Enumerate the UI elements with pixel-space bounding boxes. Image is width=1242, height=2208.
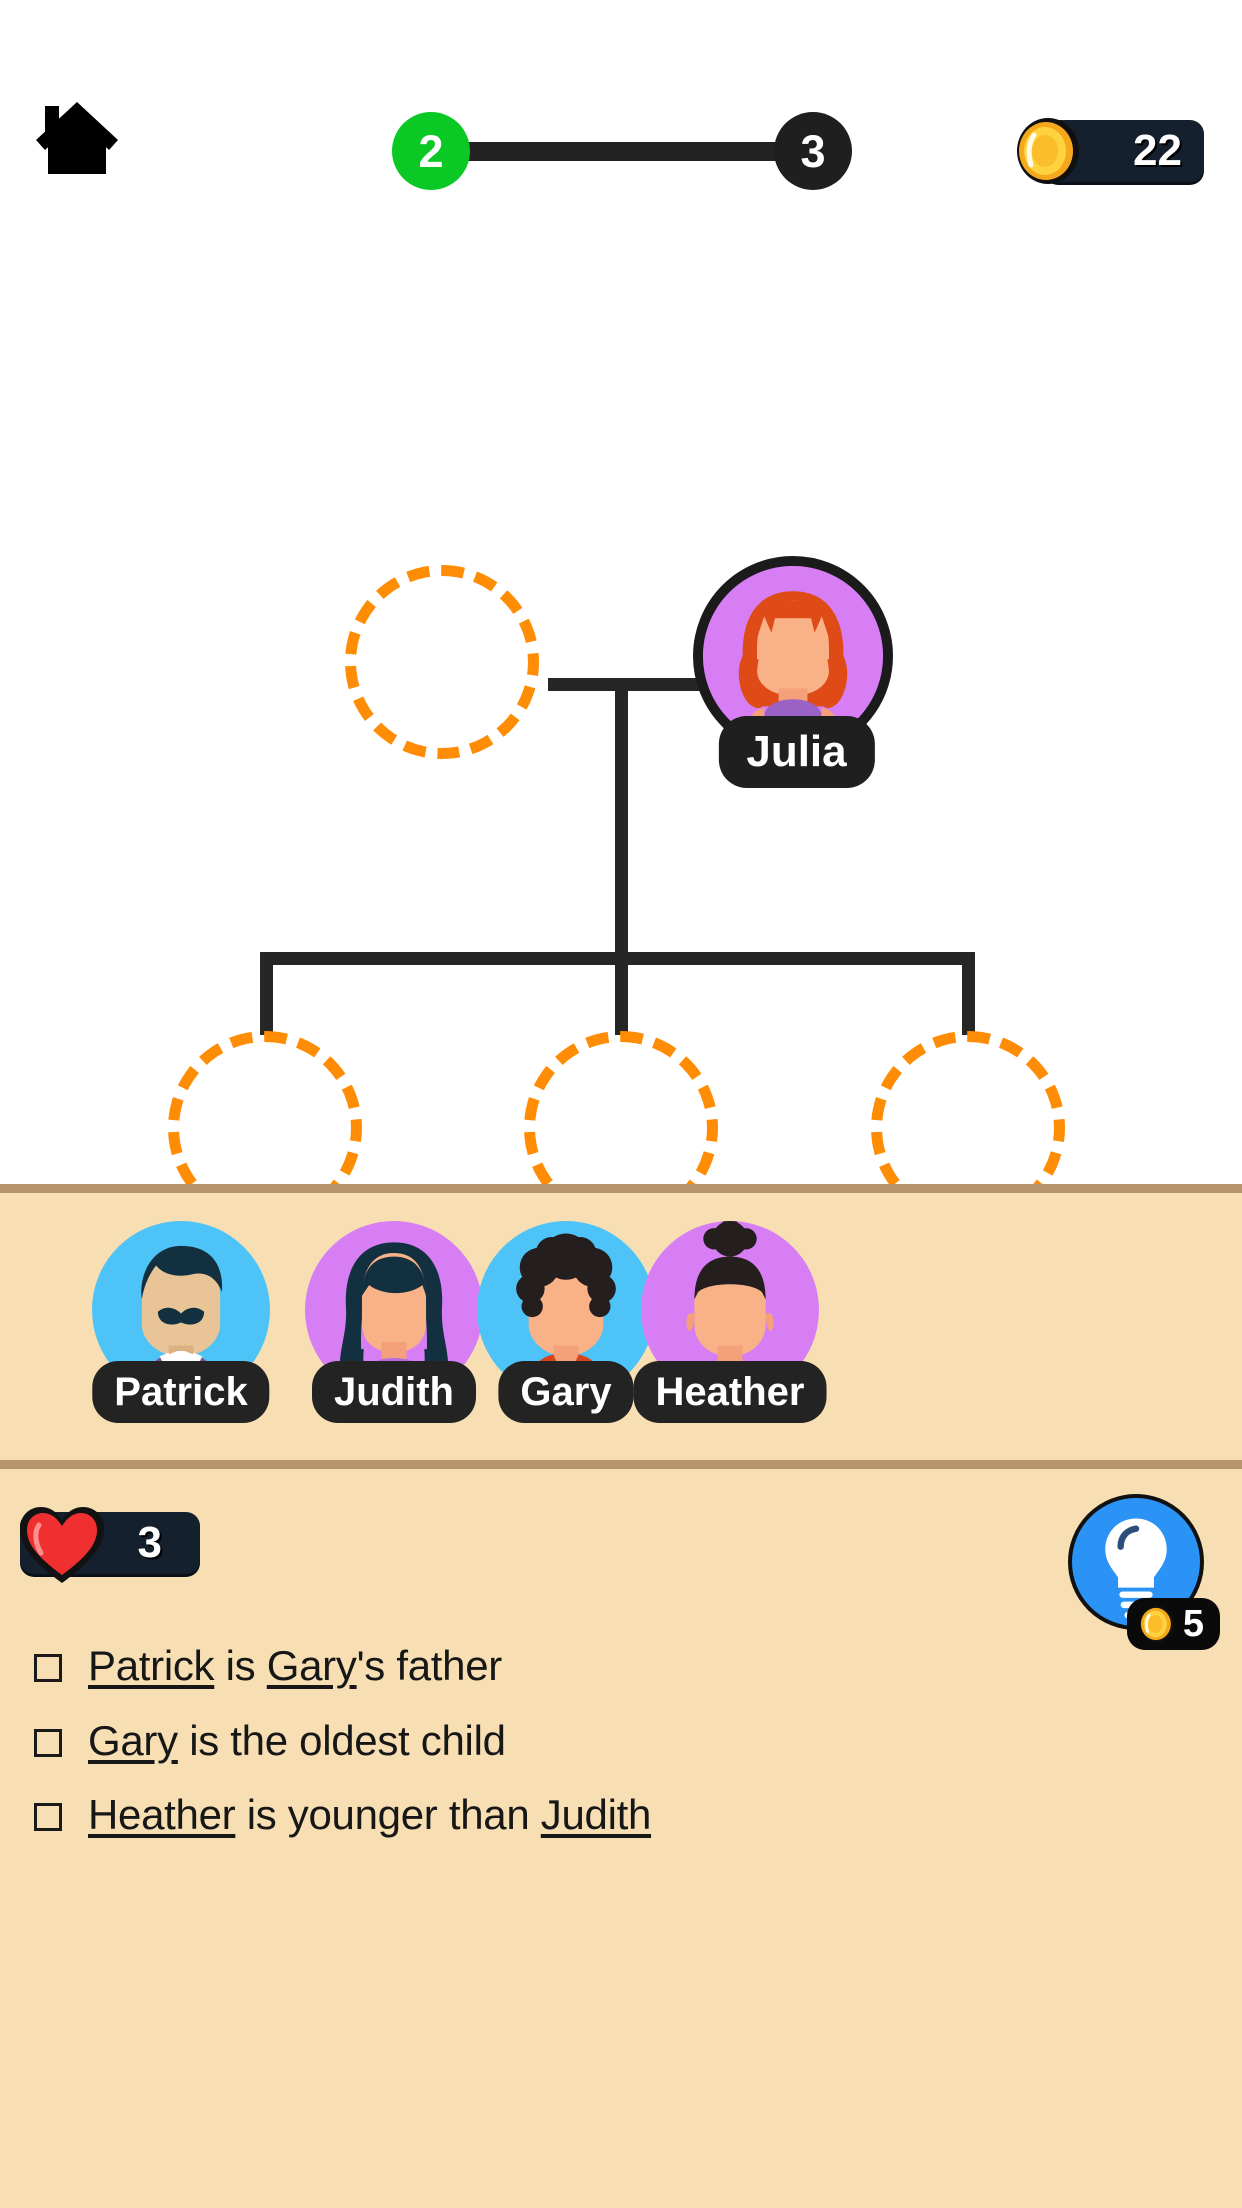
tray-character-heather[interactable]: Heather bbox=[623, 1221, 837, 1443]
clue-item[interactable]: Heather is younger than Judith bbox=[34, 1789, 1184, 1842]
clue-item[interactable]: Gary is the oldest child bbox=[34, 1715, 1184, 1768]
character-tray: Patrick Judith Gary Heather bbox=[0, 1184, 1242, 1469]
lives-count: 3 bbox=[137, 1518, 162, 1567]
progress-bar-track bbox=[452, 142, 804, 161]
clue-text: Heather is younger than Judith bbox=[88, 1789, 651, 1842]
clue-plain-token: is the oldest child bbox=[177, 1716, 506, 1764]
clue-checkbox[interactable] bbox=[34, 1654, 62, 1682]
home-icon bbox=[36, 102, 118, 174]
coin-amount: 22 bbox=[1133, 126, 1182, 175]
clue-checkbox[interactable] bbox=[34, 1728, 62, 1757]
tree-node-julia[interactable]: Julia bbox=[693, 556, 900, 788]
clue-list: Patrick is Gary's father Gary is the old… bbox=[34, 1640, 1184, 1864]
family-tree-canvas: Julia bbox=[0, 230, 1242, 1225]
clue-name-token[interactable]: Judith bbox=[541, 1791, 652, 1838]
tray-character-label: Judith bbox=[312, 1361, 476, 1423]
level-progress-indicator: 2 3 bbox=[392, 112, 852, 190]
home-button[interactable] bbox=[34, 96, 120, 176]
level-node-next[interactable]: 3 bbox=[774, 112, 852, 190]
coin-balance-badge[interactable]: 22 bbox=[1017, 118, 1204, 184]
lives-badge[interactable]: 3 bbox=[20, 1507, 200, 1583]
clue-plain-token: is bbox=[214, 1642, 267, 1689]
clue-name-token[interactable]: Gary bbox=[267, 1642, 357, 1689]
tray-character-patrick[interactable]: Patrick bbox=[74, 1221, 288, 1443]
tray-character-label: Heather bbox=[633, 1361, 827, 1423]
clue-name-token[interactable]: Gary bbox=[88, 1717, 178, 1764]
coin-icon bbox=[1139, 1605, 1175, 1643]
hint-cost-amount: 5 bbox=[1182, 1603, 1204, 1645]
clue-name-token[interactable]: Heather bbox=[88, 1791, 236, 1838]
clue-plain-token: is younger than bbox=[235, 1791, 541, 1838]
heart-icon bbox=[20, 1507, 104, 1583]
tray-character-label: Gary bbox=[498, 1361, 634, 1423]
clue-name-token[interactable]: Patrick bbox=[88, 1642, 215, 1689]
clue-text: Patrick is Gary's father bbox=[88, 1640, 502, 1693]
clue-checkbox[interactable] bbox=[34, 1803, 62, 1831]
clue-text: Gary is the oldest child bbox=[88, 1715, 506, 1768]
level-node-current[interactable]: 2 bbox=[392, 112, 470, 190]
tray-character-label: Patrick bbox=[92, 1361, 270, 1423]
clue-item[interactable]: Patrick is Gary's father bbox=[34, 1640, 1184, 1693]
top-bar: 2 3 22 bbox=[0, 0, 1242, 230]
tree-node-label: Julia bbox=[718, 716, 875, 788]
tree-slot-parent-left[interactable] bbox=[345, 565, 539, 759]
clue-plain-token: 's father bbox=[356, 1642, 503, 1689]
coin-icon bbox=[1017, 118, 1079, 184]
